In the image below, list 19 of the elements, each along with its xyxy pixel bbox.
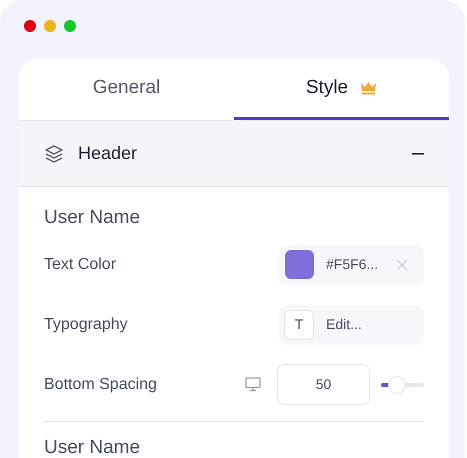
tab[interactable]: General xyxy=(19,59,234,120)
spacing-input[interactable]: 50 xyxy=(277,364,370,405)
section-header[interactable]: Header xyxy=(19,121,449,187)
crown-icon xyxy=(360,81,378,95)
color-value: #F5F6... xyxy=(326,255,378,274)
typography-edit: Edit... xyxy=(326,315,362,334)
layers-icon xyxy=(44,144,64,164)
color-picker[interactable]: #F5F6... xyxy=(279,244,424,284)
section-title: Header xyxy=(78,142,138,165)
desktop-icon[interactable] xyxy=(245,377,261,392)
field-label: Typography xyxy=(44,314,128,334)
clear-icon[interactable] xyxy=(396,258,408,270)
field-label: Text Color xyxy=(44,254,116,274)
group-title: User Name xyxy=(44,206,142,230)
typography-picker[interactable]: T Edit... xyxy=(279,304,424,344)
typography-glyph: T xyxy=(284,310,314,340)
group-title: User Name xyxy=(44,436,142,458)
field-label: Bottom Spacing xyxy=(44,374,157,394)
spacing-slider[interactable] xyxy=(381,374,424,394)
